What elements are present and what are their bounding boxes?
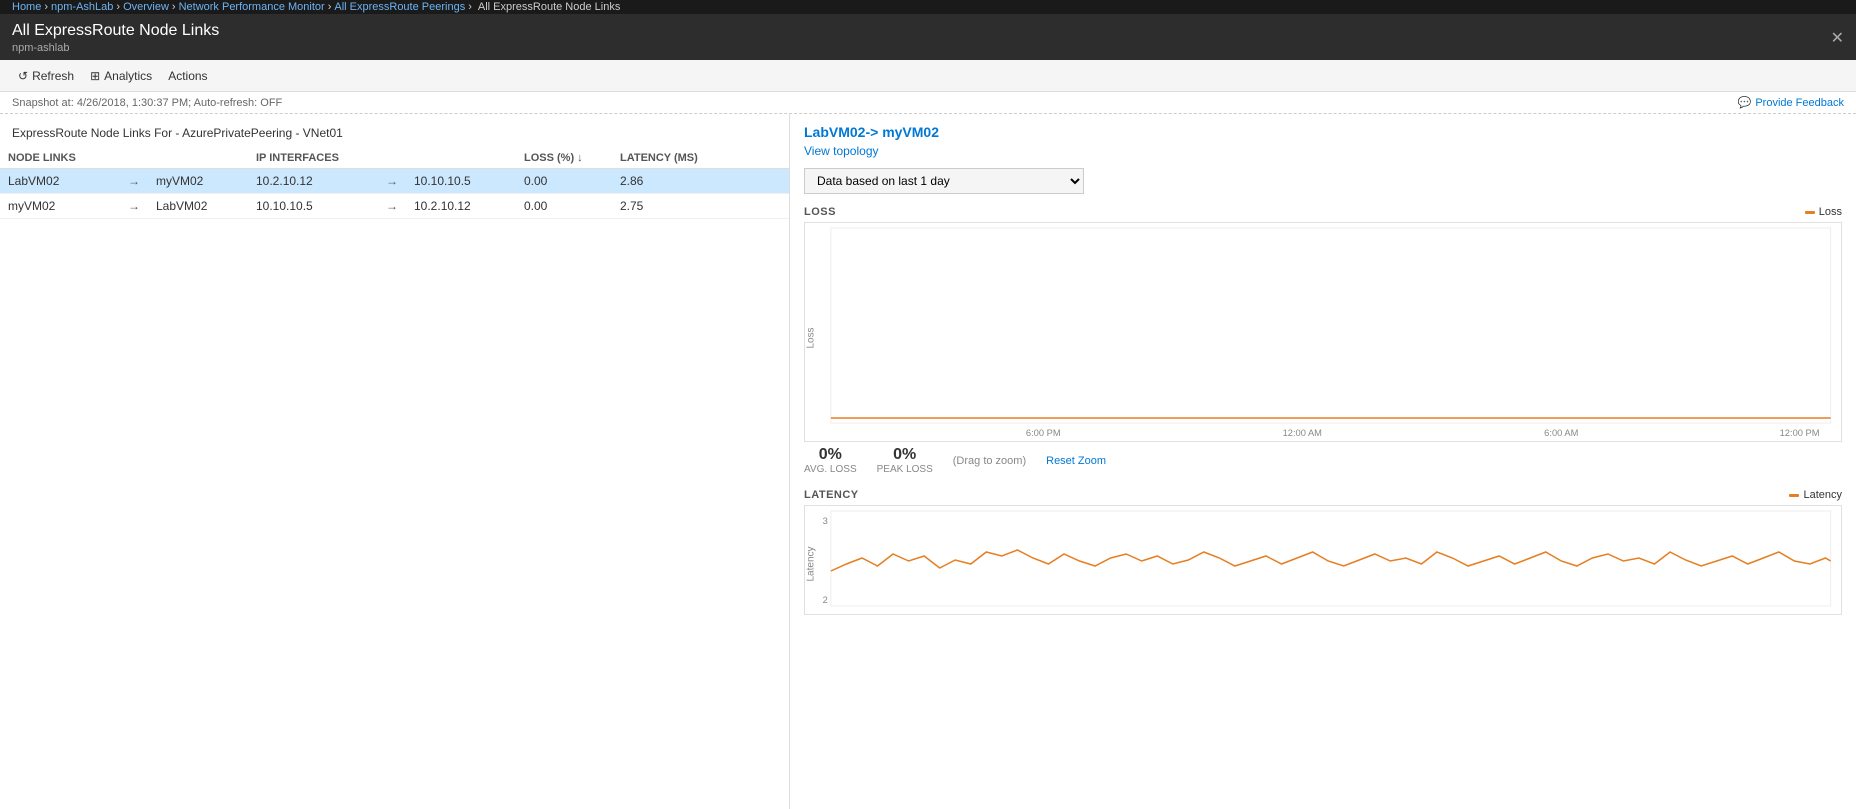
loss-legend-label: Loss	[1819, 206, 1842, 218]
section-title: ExpressRoute Node Links For - AzurePriva…	[0, 122, 789, 148]
loss-chart-section: LOSS Loss Loss 6:00 PM 12:00 AM	[804, 206, 1842, 479]
page-title: All ExpressRoute Node Links	[12, 22, 219, 40]
node1-cell: myVM02	[0, 194, 120, 219]
svg-text:Latency: Latency	[805, 546, 816, 582]
analytics-icon: ⊞	[90, 69, 100, 83]
refresh-button[interactable]: ↺ Refresh	[12, 67, 80, 85]
breadcrumb-overview[interactable]: Overview	[123, 1, 169, 13]
arrow1-cell: →	[120, 169, 148, 194]
breadcrumb-peerings[interactable]: All ExpressRoute Peerings	[334, 1, 465, 13]
col-node-links: NODE LINKS	[0, 148, 120, 169]
loss-chart-container: Loss 6:00 PM 12:00 AM 6:00 AM 12:00 PM	[804, 222, 1842, 442]
breadcrumb-npm[interactable]: npm-AshLab	[51, 1, 113, 13]
feedback-link[interactable]: 💬 Provide Feedback	[1738, 96, 1844, 109]
col-ip-interfaces: IP INTERFACES	[248, 148, 378, 169]
detail-title: LabVM02-> myVM02	[804, 124, 1842, 140]
loss-legend-dot	[1805, 211, 1815, 214]
ip1-cell: 10.2.10.12	[248, 169, 378, 194]
right-panel: LabVM02-> myVM02 View topology Data base…	[790, 114, 1856, 809]
sort-icon: ↓	[577, 152, 583, 164]
arrow1-cell: →	[120, 194, 148, 219]
analytics-button[interactable]: ⊞ Analytics	[84, 67, 158, 85]
loss-chart-svg: Loss 6:00 PM 12:00 AM 6:00 AM 12:00 PM	[805, 223, 1841, 442]
view-topology-link[interactable]: View topology	[804, 144, 1842, 158]
left-panel: ExpressRoute Node Links For - AzurePriva…	[0, 114, 790, 809]
time-range-dropdown[interactable]: Data based on last 1 dayData based on la…	[804, 168, 1084, 194]
loss-cell: 0.00	[516, 169, 596, 194]
breadcrumb-current: All ExpressRoute Node Links	[478, 1, 620, 13]
latency-cell: 2.75	[612, 194, 789, 219]
drag-hint: (Drag to zoom)	[953, 455, 1026, 467]
table-header-row: NODE LINKS IP INTERFACES LOSS (%) ↓ LATE…	[0, 148, 789, 169]
node2-cell: myVM02	[148, 169, 248, 194]
latency-legend-label: Latency	[1803, 489, 1842, 501]
peak-loss-label: PEAK LOSS	[877, 464, 933, 475]
col-loss: LOSS (%) ↓	[516, 148, 596, 169]
svg-text:12:00 PM: 12:00 PM	[1780, 428, 1820, 438]
breadcrumb-npm2[interactable]: Network Performance Monitor	[179, 1, 325, 13]
svg-text:12:00 AM: 12:00 AM	[1283, 428, 1322, 438]
loss-chart-label: LOSS	[804, 206, 836, 218]
svg-text:Loss: Loss	[805, 327, 816, 348]
analytics-label: Analytics	[104, 69, 152, 83]
avg-loss-value: 0%	[804, 446, 857, 464]
loss-cell: 0.00	[516, 194, 596, 219]
latency-legend-dot	[1789, 494, 1799, 497]
latency-chart-label: LATENCY	[804, 489, 859, 501]
actions-label: Actions	[168, 69, 207, 83]
close-button[interactable]: ✕	[1831, 28, 1844, 48]
peak-loss-stat: 0% PEAK LOSS	[877, 446, 933, 475]
svg-text:2: 2	[823, 595, 828, 605]
feedback-label: Provide Feedback	[1755, 97, 1844, 109]
toolbar: ↺ Refresh ⊞ Analytics Actions	[0, 60, 1856, 92]
table-row[interactable]: LabVM02 → myVM02 10.2.10.12 → 10.10.10.5…	[0, 169, 789, 194]
refresh-label: Refresh	[32, 69, 74, 83]
refresh-icon: ↺	[18, 69, 28, 83]
col-latency: LATENCY (MS)	[612, 148, 789, 169]
latency-cell: 2.86	[612, 169, 789, 194]
latency-chart-legend: Latency	[1789, 489, 1842, 501]
latency-chart-container: Latency 3 2	[804, 505, 1842, 615]
feedback-icon: 💬	[1738, 96, 1752, 109]
svg-text:3: 3	[823, 516, 828, 526]
ip1-cell: 10.10.10.5	[248, 194, 378, 219]
svg-text:6:00 PM: 6:00 PM	[1026, 428, 1061, 438]
page-subtitle: npm-ashlab	[12, 42, 219, 54]
ip2-cell: 10.2.10.12	[406, 194, 516, 219]
arrow2-cell: →	[378, 169, 406, 194]
latency-chart-svg: Latency 3 2	[805, 506, 1841, 615]
reset-zoom-link[interactable]: Reset Zoom	[1046, 455, 1106, 467]
avg-loss-label: AVG. LOSS	[804, 464, 857, 475]
avg-loss-stat: 0% AVG. LOSS	[804, 446, 857, 475]
arrow2-cell: →	[378, 194, 406, 219]
latency-chart-section: LATENCY Latency Latency 3 2	[804, 489, 1842, 615]
main-content: ExpressRoute Node Links For - AzurePriva…	[0, 114, 1856, 809]
ip2-cell: 10.10.10.5	[406, 169, 516, 194]
svg-text:6:00 AM: 6:00 AM	[1544, 428, 1578, 438]
node1-cell: LabVM02	[0, 169, 120, 194]
actions-button[interactable]: Actions	[162, 67, 213, 85]
title-bar: All ExpressRoute Node Links npm-ashlab ✕	[0, 14, 1856, 60]
node-links-table: NODE LINKS IP INTERFACES LOSS (%) ↓ LATE…	[0, 148, 789, 219]
table-row[interactable]: myVM02 → LabVM02 10.10.10.5 → 10.2.10.12…	[0, 194, 789, 219]
peak-loss-value: 0%	[877, 446, 933, 464]
loss-chart-legend: Loss	[1805, 206, 1842, 218]
breadcrumb: Home › npm-AshLab › Overview › Network P…	[0, 0, 1856, 14]
node2-cell: LabVM02	[148, 194, 248, 219]
loss-chart-stats: 0% AVG. LOSS 0% PEAK LOSS (Drag to zoom)…	[804, 442, 1842, 479]
snapshot-bar: Snapshot at: 4/26/2018, 1:30:37 PM; Auto…	[0, 92, 1856, 114]
snapshot-text: Snapshot at: 4/26/2018, 1:30:37 PM; Auto…	[12, 97, 282, 109]
breadcrumb-home[interactable]: Home	[12, 1, 41, 13]
